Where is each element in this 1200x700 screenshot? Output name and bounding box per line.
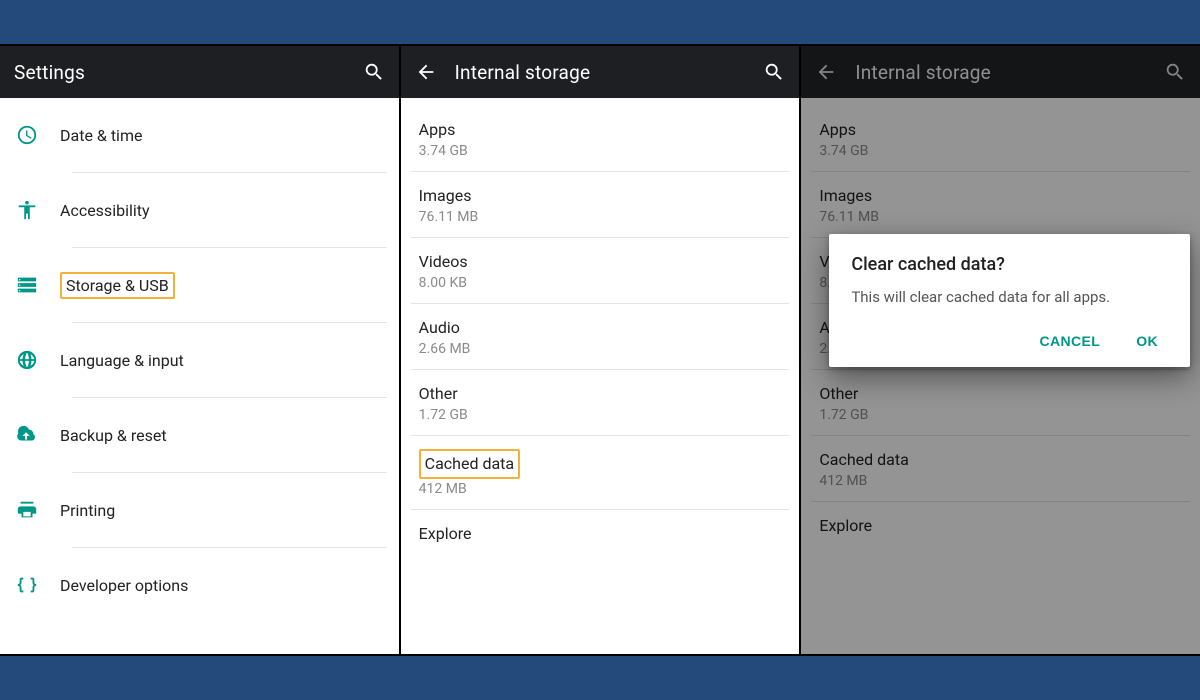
settings-item-accessibility[interactable]: Accessibility (0, 173, 399, 247)
storage-item-label: Apps (819, 119, 1182, 141)
storage-item-size: 1.72 GB (819, 407, 1182, 423)
storage-item-label: Explore (419, 523, 782, 545)
storage-item-label: Cached data (419, 449, 520, 479)
storage-item-size: 412 MB (819, 473, 1182, 489)
page-title: Internal storage (855, 61, 1146, 84)
storage-item-label: Images (819, 185, 1182, 207)
clock-icon (16, 124, 60, 146)
search-icon (1164, 61, 1186, 83)
storage-item-size: 3.74 GB (419, 143, 782, 159)
page-title: Settings (14, 61, 345, 84)
settings-item-label: Printing (60, 501, 115, 520)
storage-item-explore: Explore (801, 502, 1200, 551)
settings-item-backup-reset[interactable]: Backup & reset (0, 398, 399, 472)
storage-item-size: 76.11 MB (419, 209, 782, 225)
settings-item-date-time[interactable]: Date & time (0, 98, 399, 172)
back-icon (815, 61, 837, 83)
accessibility-icon (16, 199, 60, 221)
storage-item-apps[interactable]: Apps 3.74 GB (401, 106, 800, 171)
settings-item-label: Date & time (60, 126, 142, 145)
storage-list-dimmed: Apps 3.74 GB Images 76.11 MB Videos 8.00… (801, 98, 1200, 654)
storage-item-size: 8.00 KB (419, 275, 782, 291)
storage-item-size: 3.74 GB (819, 143, 1182, 159)
panel-internal-storage: Internal storage Apps 3.74 GB Images 76.… (399, 46, 800, 654)
storage-item-cached-data[interactable]: Cached data 412 MB (401, 436, 800, 509)
dialog-title: Clear cached data? (851, 254, 1168, 275)
storage-item-label: Other (819, 383, 1182, 405)
settings-item-printing[interactable]: Printing (0, 473, 399, 547)
storage-item-cached-data: Cached data 412 MB (801, 436, 1200, 501)
back-icon[interactable] (415, 61, 437, 83)
storage-item-label: Audio (419, 317, 782, 339)
appbar-settings: Settings (0, 46, 399, 98)
ok-button[interactable]: OK (1132, 325, 1162, 357)
backup-icon (16, 424, 60, 446)
storage-item-other[interactable]: Other 1.72 GB (401, 370, 800, 435)
storage-item-size: 76.11 MB (819, 209, 1182, 225)
settings-item-storage-usb[interactable]: Storage & USB (0, 248, 399, 322)
storage-item-videos[interactable]: Videos 8.00 KB (401, 238, 800, 303)
storage-item-size: 2.66 MB (419, 341, 782, 357)
search-icon[interactable] (363, 61, 385, 83)
panel-settings: Settings Date & time Accessib (0, 46, 399, 654)
storage-item-audio[interactable]: Audio 2.66 MB (401, 304, 800, 369)
storage-item-label: Other (419, 383, 782, 405)
appbar-internal-storage: Internal storage (401, 46, 800, 98)
dialog-body: This will clear cached data for all apps… (851, 287, 1168, 307)
storage-list: Apps 3.74 GB Images 76.11 MB Videos 8.00… (401, 98, 800, 654)
dialog-button-row: CANCEL OK (851, 325, 1168, 357)
cancel-button[interactable]: CANCEL (1035, 325, 1104, 357)
storage-icon (16, 274, 60, 296)
print-icon (16, 499, 60, 521)
frame-bottom-border (0, 654, 1200, 656)
storage-item-explore[interactable]: Explore (401, 510, 800, 559)
settings-item-developer-options[interactable]: Developer options (0, 548, 399, 622)
storage-item-images: Images 76.11 MB (801, 172, 1200, 237)
settings-item-label: Developer options (60, 576, 188, 595)
storage-item-label: Explore (819, 515, 1182, 537)
globe-icon (16, 349, 60, 371)
storage-item-other: Other 1.72 GB (801, 370, 1200, 435)
settings-list: Date & time Accessibility Storage & USB (0, 98, 399, 654)
settings-item-language-input[interactable]: Language & input (0, 323, 399, 397)
settings-item-label: Language & input (60, 351, 184, 370)
storage-item-images[interactable]: Images 76.11 MB (401, 172, 800, 237)
storage-item-label: Videos (419, 251, 782, 273)
storage-item-label: Cached data (819, 449, 1182, 471)
settings-item-label: Storage & USB (60, 272, 175, 299)
braces-icon (16, 574, 60, 596)
settings-item-label: Accessibility (60, 201, 150, 220)
storage-item-label: Images (419, 185, 782, 207)
panel-internal-storage-dialog: Internal storage Apps 3.74 GB Images 76.… (799, 46, 1200, 654)
page-title: Internal storage (455, 61, 746, 84)
search-icon[interactable] (763, 61, 785, 83)
dialog-clear-cache: Clear cached data? This will clear cache… (829, 234, 1190, 367)
storage-item-apps: Apps 3.74 GB (801, 106, 1200, 171)
storage-item-label: Apps (419, 119, 782, 141)
storage-item-size: 1.72 GB (419, 407, 782, 423)
settings-item-label: Backup & reset (60, 426, 167, 445)
appbar-internal-storage-dimmed: Internal storage (801, 46, 1200, 98)
storage-item-size: 412 MB (419, 481, 782, 497)
